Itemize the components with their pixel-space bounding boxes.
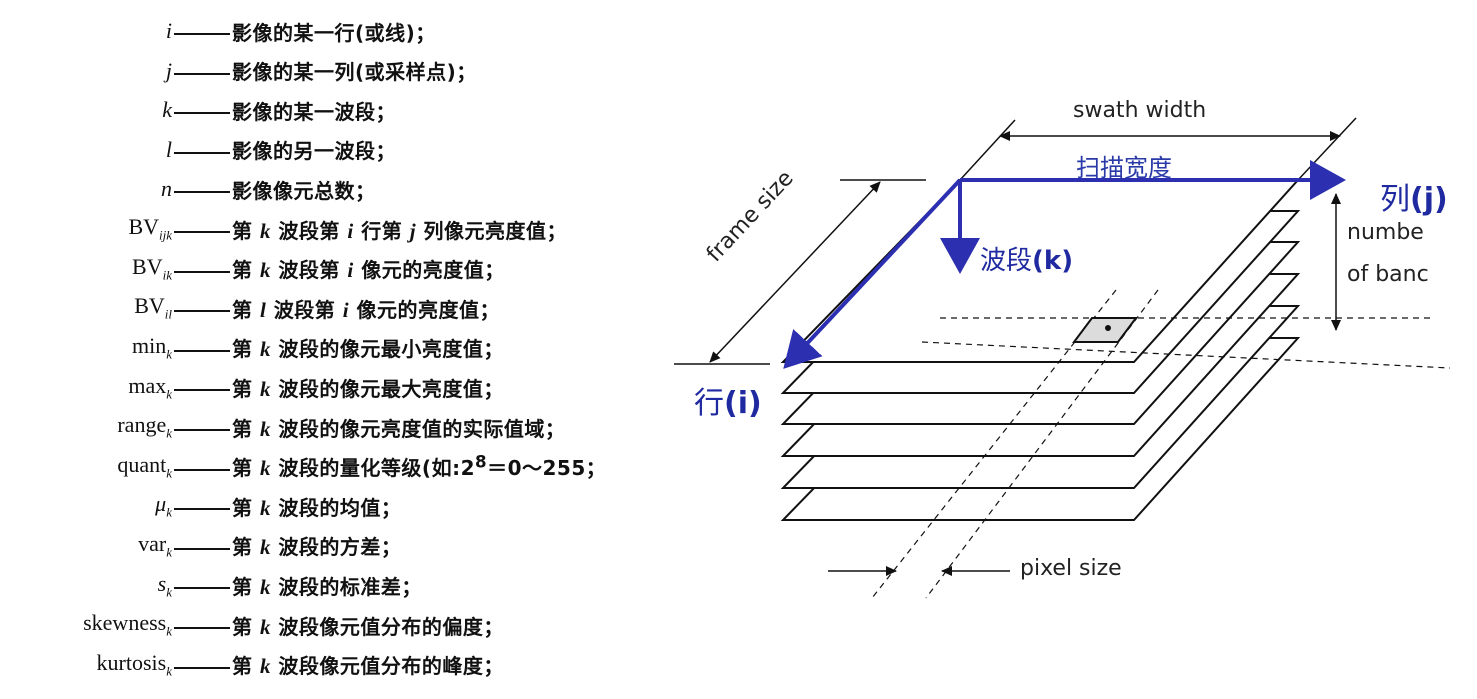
definition-term: BVijk	[128, 214, 172, 243]
definition-term: sk	[157, 570, 172, 600]
definition-term: μk	[155, 491, 172, 520]
definition-row: mink 第 k 波段的像元最小亮度值；	[0, 331, 650, 365]
definition-term: BVil	[134, 293, 172, 322]
col-label: 列(j)	[1380, 182, 1448, 217]
definition-text: 第 k 波段像元值分布的偏度；	[174, 611, 504, 640]
definition-row: l 影像的另一波段；	[0, 133, 650, 167]
definition-term: quantk	[117, 451, 172, 481]
definition-text: 第 k 波段的标准差；	[174, 571, 422, 600]
definition-text: 第 k 波段第 i 行第 j 列像元亮度值；	[174, 215, 567, 244]
definition-term: kurtosisk	[96, 649, 172, 679]
definition-text: 第 k 波段的像元最小亮度值；	[174, 333, 504, 362]
definition-text: 第 k 波段的像元亮度值的实际值域；	[174, 413, 565, 442]
pixel-size-label: pixel size	[1020, 556, 1122, 581]
definition-term: mink	[131, 333, 172, 362]
definition-row: i 影像的某一行(或线)；	[0, 14, 650, 48]
swath-width-label: swath width	[1073, 98, 1207, 123]
definition-term: k	[162, 97, 172, 123]
definition-row: k 影像的某一波段；	[0, 93, 650, 127]
definition-term: skewnessk	[83, 610, 172, 639]
swath-width-cn-label: 扫描宽度	[1076, 154, 1172, 182]
band-label: 波段(k)	[980, 246, 1074, 276]
definition-row: n 影像像元总数；	[0, 172, 650, 206]
definition-text: 影像像元总数；	[174, 175, 376, 204]
definition-text: 第 k 波段的方差；	[174, 531, 401, 560]
definition-text: 第 l 波段第 i 像元的亮度值；	[174, 294, 500, 323]
image-cube-diagram: swath width 扫描宽度 frame size pixel size n…	[650, 0, 1477, 699]
definition-row: vark 第 k 波段的方差；	[0, 529, 650, 563]
definition-text: 影像的某一列(或采样点)；	[174, 56, 477, 85]
definition-row: quantk 第 k 波段的量化等级(如:28＝0～255；	[0, 450, 650, 484]
definition-term: maxk	[128, 372, 172, 402]
definition-term: j	[165, 57, 172, 83]
definition-term: i	[165, 18, 172, 43]
definition-term: BVik	[132, 253, 172, 283]
definition-row: kurtosisk 第 k 波段像元值分布的峰度；	[0, 648, 650, 682]
definition-row: μk 第 k 波段的均值；	[0, 489, 650, 523]
definition-row: sk 第 k 波段的标准差；	[0, 568, 650, 602]
definition-row: BVil 第 l 波段第 i 像元的亮度值；	[0, 291, 650, 325]
definition-text: 第 k 波段的量化等级(如:28＝0～255；	[174, 452, 606, 481]
cube-drawing	[674, 117, 1451, 599]
definition-text: 第 k 波段像元值分布的峰度；	[174, 650, 504, 679]
definition-text: 影像的另一波段；	[174, 135, 396, 164]
definition-row: j 影像的某一列(或采样点)；	[0, 54, 650, 88]
number-of-bands-label-2: of banc	[1347, 262, 1429, 287]
row-label: 行(i)	[694, 386, 762, 421]
definition-text: 影像的某一波段；	[174, 96, 396, 125]
definition-text: 影像的某一行(或线)；	[174, 17, 436, 46]
definition-text: 第 k 波段的均值；	[174, 492, 401, 521]
definition-text: 第 k 波段第 i 像元的亮度值；	[174, 254, 505, 283]
definition-term: rangek	[117, 412, 172, 441]
definition-term: l	[165, 136, 172, 162]
definition-term: n	[161, 176, 172, 202]
definition-row: BVijk 第 k 波段第 i 行第 j 列像元亮度值；	[0, 212, 650, 246]
definition-row: skewnessk 第 k 波段像元值分布的偏度；	[0, 608, 650, 642]
number-of-bands-label-1: numbe	[1347, 220, 1424, 245]
definition-row: maxk 第 k 波段的像元最大亮度值；	[0, 370, 650, 404]
definition-row: BVik 第 k 波段第 i 像元的亮度值；	[0, 252, 650, 286]
definition-text: 第 k 波段的像元最大亮度值；	[174, 373, 504, 402]
definition-row: rangek 第 k 波段的像元亮度值的实际值域；	[0, 410, 650, 444]
definition-term: vark	[138, 531, 172, 560]
